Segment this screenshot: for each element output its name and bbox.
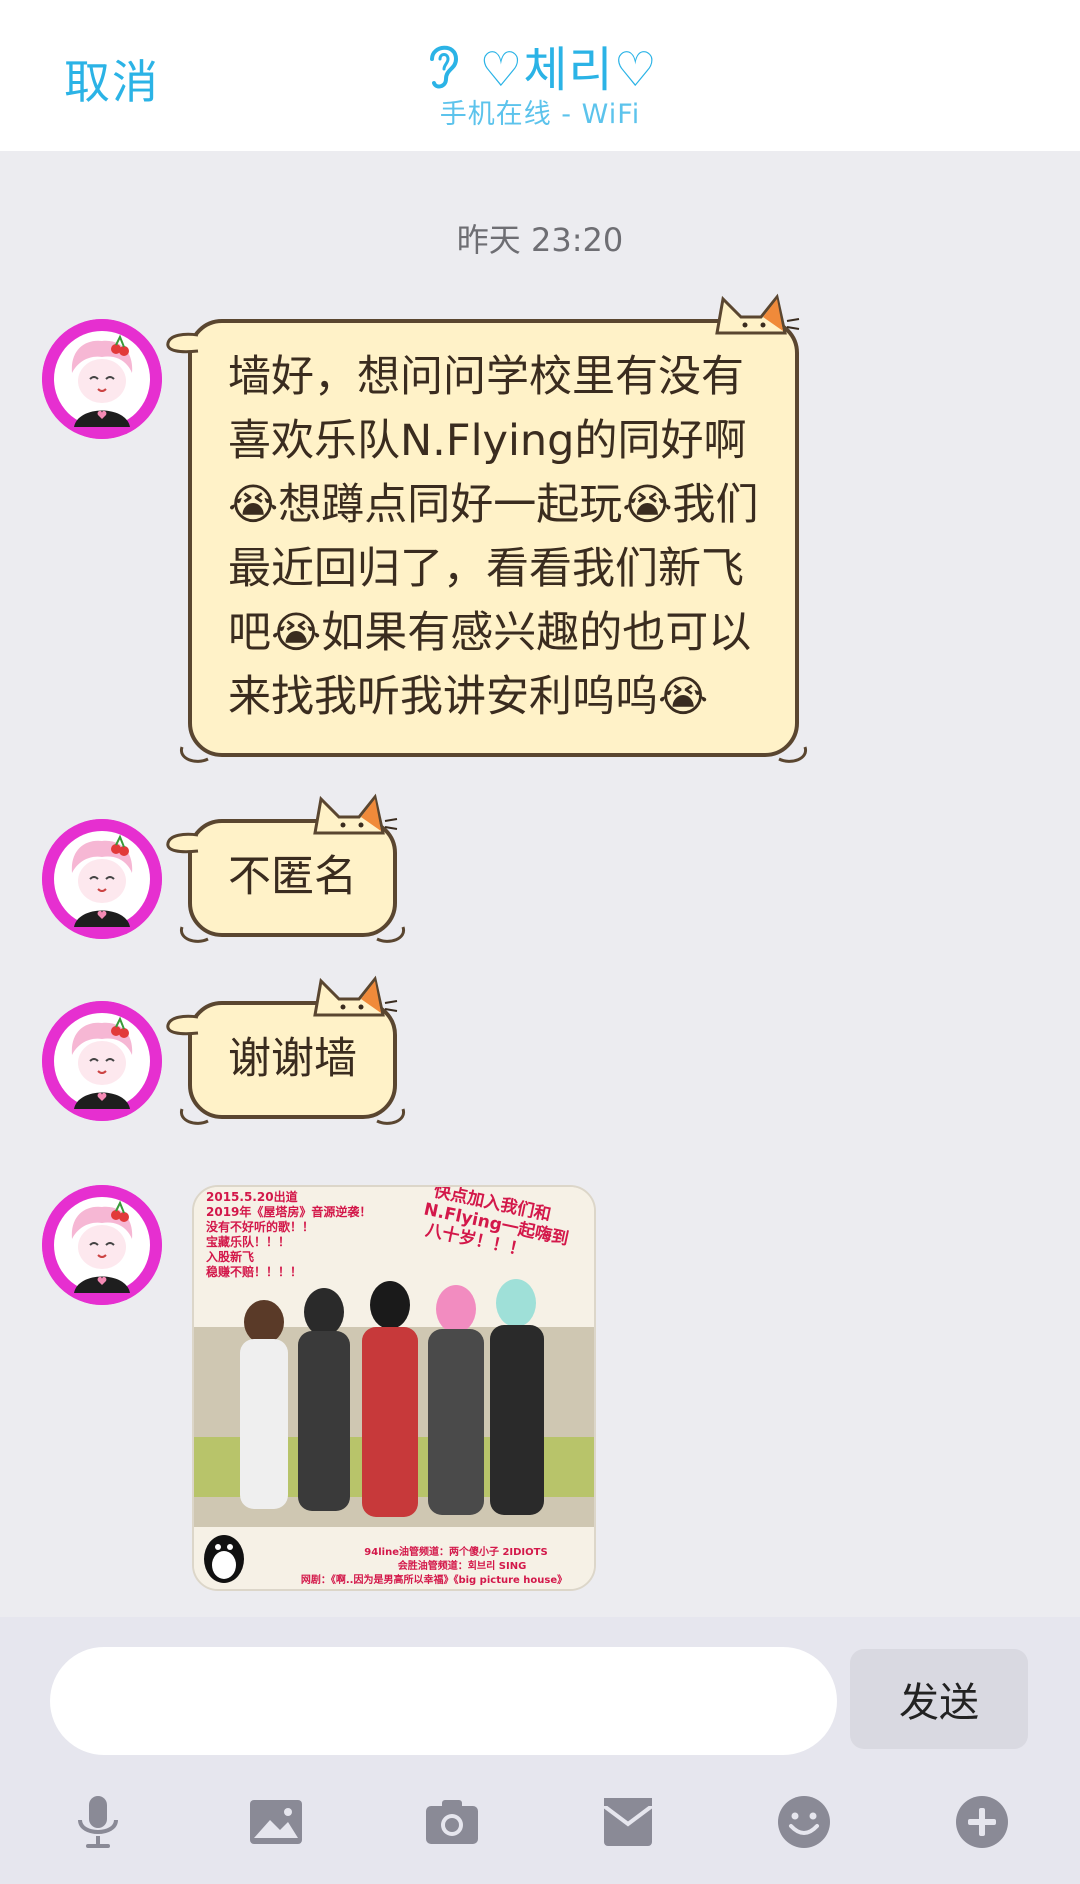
- bubble-tail-icon: [166, 1014, 199, 1036]
- bubble-tail-icon: [166, 832, 199, 854]
- message-input[interactable]: [50, 1647, 837, 1755]
- toolbar: [0, 1792, 1080, 1872]
- microphone-icon[interactable]: [68, 1792, 128, 1852]
- message-bubble[interactable]: 谢谢墙: [166, 975, 406, 1125]
- envelope-icon[interactable]: [598, 1792, 658, 1852]
- message-text: 不匿名: [228, 852, 357, 902]
- plus-icon[interactable]: [952, 1792, 1012, 1852]
- image-caption: 入股新飞: [206, 1249, 254, 1264]
- bubble-curl-icon: [179, 1108, 209, 1125]
- image-caption: 2019年《屋塔房》音源逆袭！: [206, 1204, 371, 1219]
- emoji-icon[interactable]: [774, 1792, 834, 1852]
- avatar[interactable]: [42, 1001, 162, 1121]
- avatar[interactable]: [42, 819, 162, 939]
- message-text: 墙好，想问问学校里有没有 喜欢乐队N.Flying的同好啊 😭想蹲点同好一起玩😭…: [228, 352, 759, 722]
- image-icon[interactable]: [246, 1792, 306, 1852]
- image-message[interactable]: 2015.5.20出道 2019年《屋塔房》音源逆袭！ 没有不好听的歌！！ 宝藏…: [192, 1185, 596, 1591]
- cat-decoration-icon: [714, 293, 799, 335]
- penguin-logo-icon: [204, 1535, 244, 1583]
- message-bubble[interactable]: 墙好，想问问学校里有没有 喜欢乐队N.Flying的同好啊 😭想蹲点同好一起玩😭…: [166, 293, 807, 763]
- image-caption: 94line油管频道：两个傻小子 2IDIOTS: [364, 1545, 547, 1558]
- bubble-curl-icon: [179, 926, 209, 943]
- image-caption: 会胜油管频道：회브리 SING: [398, 1559, 527, 1572]
- bubble-curl-icon: [179, 746, 209, 763]
- avatar[interactable]: [42, 319, 162, 439]
- message-bubble[interactable]: 不匿名: [166, 793, 406, 943]
- bubble-curl-icon: [777, 746, 807, 763]
- image-caption: 宝藏乐队！！！: [206, 1234, 290, 1249]
- send-button[interactable]: 发送: [850, 1649, 1028, 1749]
- input-bar: 发送: [0, 1617, 1080, 1884]
- bubble-curl-icon: [376, 926, 406, 943]
- cat-decoration-icon: [313, 793, 398, 835]
- image-caption: 没有不好听的歌！！: [206, 1219, 314, 1234]
- chat-header: 取消 ♡체리♡ 手机在线 - WiFi: [0, 0, 1080, 151]
- timestamp: 昨天 23:20: [456, 221, 624, 259]
- image-caption: 网剧：《啊..因为是男高所以幸福》《big picture house》: [301, 1573, 567, 1586]
- chat-area[interactable]: 昨天 23:20 墙好，想问问学校里有没有 喜欢乐队N.Flying的同好啊 😭…: [0, 151, 1080, 1617]
- image-caption: 2015.5.20出道: [206, 1189, 298, 1204]
- online-status: 手机在线 - WiFi: [439, 99, 641, 130]
- camera-icon[interactable]: [422, 1792, 482, 1852]
- message-text: 谢谢墙: [228, 1034, 357, 1084]
- image-caption: 稳赚不赔！！！！: [206, 1264, 302, 1279]
- title-row: ♡체리♡: [0, 30, 1080, 100]
- cat-decoration-icon: [313, 975, 398, 1017]
- avatar[interactable]: [42, 1185, 162, 1305]
- chat-title: ♡체리♡: [479, 42, 658, 98]
- bubble-curl-icon: [376, 1108, 406, 1125]
- ear-icon[interactable]: [422, 39, 462, 91]
- bubble-tail-icon: [166, 332, 199, 354]
